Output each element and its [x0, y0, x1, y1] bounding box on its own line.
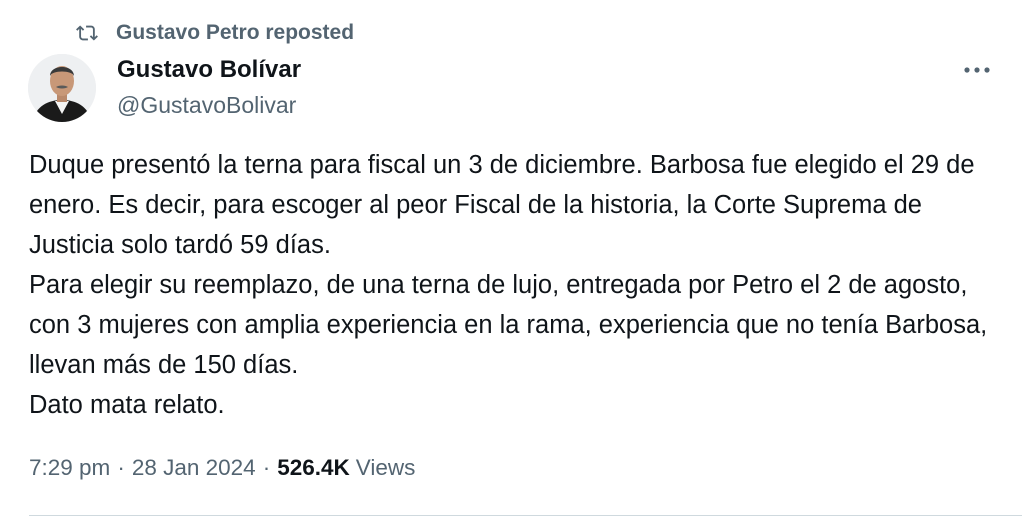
meta-separator: ·: [262, 455, 271, 480]
views-count[interactable]: 526.4K: [277, 455, 350, 481]
repost-icon: [76, 22, 98, 44]
repost-label: Gustavo Petro reposted: [116, 21, 355, 44]
repost-indicator[interactable]: Gustavo Petro reposted: [76, 18, 354, 48]
tweet[interactable]: Gustavo Petro reposted Gustavo Bolívar @…: [0, 0, 1022, 518]
author-handle[interactable]: @GustavoBolivar: [117, 92, 296, 119]
tweet-time[interactable]: 7:29 pm: [29, 455, 110, 481]
meta-separator: ·: [117, 455, 125, 480]
tweet-text-paragraph: Para elegir su reemplazo, de una terna d…: [29, 271, 988, 379]
more-icon: [964, 67, 990, 73]
views-label[interactable]: Views: [356, 455, 416, 481]
more-options-button[interactable]: [960, 56, 994, 84]
tweet-text-paragraph: Dato mata relato.: [29, 391, 225, 419]
tweet-text: Duque presentó la terna para fiscal un 3…: [29, 145, 999, 425]
tweet-text-paragraph: Duque presentó la terna para fiscal un 3…: [29, 151, 975, 259]
divider: [29, 515, 1022, 516]
avatar[interactable]: [28, 54, 96, 122]
tweet-meta: 7:29 pm · 28 Jan 2024 · 526.4K Views: [29, 455, 415, 481]
author-name[interactable]: Gustavo Bolívar: [117, 56, 301, 84]
tweet-date[interactable]: 28 Jan 2024: [132, 455, 256, 481]
